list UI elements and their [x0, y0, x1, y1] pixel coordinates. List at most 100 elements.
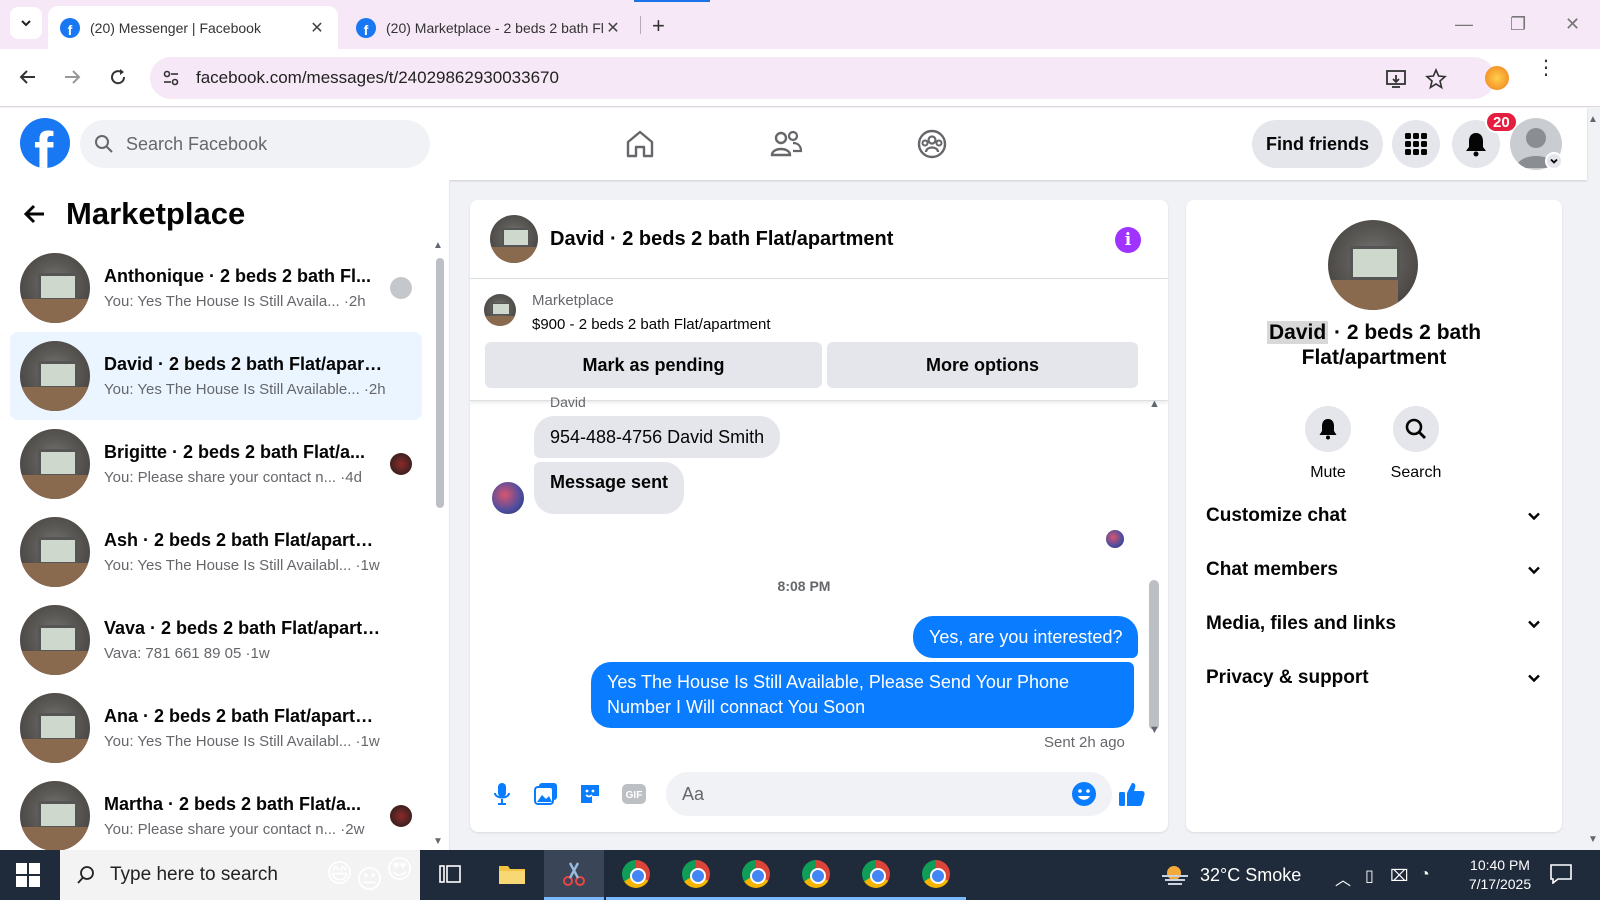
weather-widget[interactable]: 32°C Smoke [1160, 864, 1301, 886]
emoji-picker-button[interactable] [1070, 780, 1098, 808]
browser-toolbar: facebook.com/messages/t/2402986293003367… [0, 49, 1600, 107]
section-label: Chat members [1206, 559, 1338, 580]
scroll-down-arrow-icon[interactable]: ▼ [433, 836, 443, 847]
reload-button[interactable] [106, 65, 130, 89]
mark-as-pending-button[interactable]: Mark as pending [485, 342, 822, 388]
listing-thumbnail [20, 341, 90, 411]
action-center-button[interactable] [1550, 864, 1572, 884]
sidebar-header: Marketplace [22, 196, 245, 232]
attach-media-button[interactable] [532, 780, 560, 808]
media-files-links-section[interactable]: Media, files and links [1206, 598, 1542, 650]
listing-thumbnail[interactable] [484, 294, 516, 326]
conversation-item[interactable]: Ash · 2 beds 2 bath Flat/apartm... You: Y… [10, 508, 422, 596]
conversation-item[interactable]: Anthonique · 2 beds 2 bath Fl... You: Yes… [10, 244, 422, 332]
facebook-logo-icon[interactable]: f [20, 118, 70, 168]
mute-button[interactable]: Mute [1288, 406, 1368, 482]
wifi-icon[interactable]: ◔ [1420, 866, 1430, 884]
incoming-message-bubble[interactable]: Message sent [534, 462, 685, 514]
conversation-item-selected[interactable]: David · 2 beds 2 bath Flat/apart... You: … [10, 332, 422, 420]
back-arrow-icon[interactable] [22, 201, 48, 227]
chrome-window-button[interactable] [786, 850, 846, 900]
chrome-window-button[interactable] [666, 850, 726, 900]
task-view-button[interactable] [420, 850, 480, 900]
task-view-icon [439, 864, 461, 883]
notification-center-icon [1550, 864, 1572, 884]
chrome-window-button[interactable] [606, 850, 666, 900]
forward-button[interactable] [60, 65, 84, 89]
browser-tab-messenger[interactable]: f (20) Messenger | Facebook ✕ [48, 6, 338, 49]
conversation-item[interactable]: Ana · 2 beds 2 bath Flat/apartm... You: Y… [10, 684, 422, 772]
chat-members-section[interactable]: Chat members [1206, 544, 1542, 596]
chrome-window-button[interactable] [906, 850, 966, 900]
incoming-message-bubble[interactable]: 954-488-4756 David Smith [534, 416, 781, 458]
message-thread: David 954-488-4756 David Smith Message s… [470, 394, 1168, 742]
privacy-support-section[interactable]: Privacy & support [1206, 652, 1542, 704]
extension-icon[interactable] [1485, 66, 1509, 90]
facebook-favicon-icon: f [60, 17, 80, 38]
outgoing-message-bubble[interactable]: Yes The House Is Still Available, Please… [591, 662, 1134, 728]
message-input[interactable]: Aa [666, 772, 1112, 816]
info-icon[interactable]: i [1115, 227, 1141, 253]
listing-thumbnail [20, 605, 90, 675]
voice-clip-button[interactable] [488, 780, 516, 808]
close-tab-icon[interactable]: ✕ [308, 18, 326, 38]
minimize-icon[interactable]: — [1455, 14, 1473, 35]
chat-avatar[interactable] [490, 215, 538, 263]
grid-menu-icon [1405, 133, 1427, 155]
more-options-button[interactable]: More options [827, 342, 1138, 388]
show-hidden-icons-chevron-icon[interactable]: ︿ [1335, 866, 1351, 890]
install-app-icon[interactable] [1385, 68, 1407, 90]
sender-name: David [550, 394, 586, 410]
browser-tab-marketplace[interactable]: f (20) Marketplace - 2 beds 2 bath Flat/… [344, 6, 634, 49]
conversation-name: Martha · 2 beds 2 bath Flat/a... [104, 794, 362, 814]
account-menu-chevron[interactable] [1545, 152, 1563, 170]
arrow-right-icon [65, 70, 81, 84]
system-clock[interactable]: 10:40 PM 7/17/2025 [1455, 856, 1545, 894]
tab-separator [640, 16, 641, 34]
listing-photo[interactable] [1328, 220, 1418, 310]
scroll-down-arrow-icon[interactable]: ▼ [1149, 724, 1160, 736]
conversation-item[interactable]: Martha · 2 beds 2 bath Flat/a... You: Ple… [10, 772, 422, 850]
close-tab-icon[interactable]: ✕ [604, 18, 622, 38]
sticker-button[interactable] [576, 780, 604, 808]
outgoing-message-bubble[interactable]: Yes, are you interested? [913, 616, 1139, 658]
back-button[interactable] [16, 65, 40, 89]
customize-chat-section[interactable]: Customize chat [1206, 490, 1542, 542]
bookmark-star-icon[interactable] [1425, 68, 1447, 90]
device-icon[interactable]: ▯ [1365, 866, 1374, 886]
groups-nav-button[interactable] [912, 124, 952, 164]
conversation-item[interactable]: Vava · 2 beds 2 bath Flat/apartm... Vava:… [10, 596, 422, 684]
new-tab-icon[interactable]: + [652, 13, 665, 39]
listing-price-title[interactable]: $900 - 2 beds 2 bath Flat/apartment [532, 316, 770, 333]
facebook-search-input[interactable]: Search Facebook [80, 120, 430, 168]
tab-search-button[interactable] [10, 7, 42, 39]
site-settings-icon[interactable] [162, 69, 180, 87]
like-button[interactable] [1118, 780, 1146, 808]
windows-start-icon[interactable] [16, 863, 40, 887]
find-friends-button[interactable]: Find friends [1252, 120, 1383, 168]
restore-icon[interactable]: ❐ [1510, 14, 1526, 35]
page-scroll-up-icon[interactable]: ▲ [1588, 114, 1598, 125]
search-in-conversation-button[interactable]: Search [1376, 406, 1456, 482]
page-scroll-down-icon[interactable]: ▼ [1588, 834, 1598, 845]
gif-button[interactable]: GIF [620, 780, 648, 808]
file-explorer-button[interactable] [482, 850, 542, 900]
sender-avatar[interactable] [490, 480, 526, 516]
snipping-tool-button[interactable] [544, 850, 604, 900]
browser-menu-icon[interactable]: ⋮ [1536, 58, 1556, 78]
scroll-up-arrow-icon[interactable]: ▲ [433, 240, 443, 251]
chrome-window-button[interactable] [726, 850, 786, 900]
chrome-window-button[interactable] [846, 850, 906, 900]
chat-scrollbar[interactable] [1149, 580, 1159, 730]
close-window-icon[interactable]: ✕ [1565, 14, 1580, 35]
network-off-icon[interactable]: ⌧ [1390, 866, 1408, 886]
message-composer: GIF Aa [470, 756, 1168, 832]
scroll-up-arrow-icon[interactable]: ▲ [1149, 398, 1160, 410]
friends-nav-button[interactable] [766, 124, 806, 164]
sidebar-scrollbar[interactable] [436, 258, 444, 508]
home-nav-button[interactable] [620, 124, 660, 164]
address-bar[interactable]: facebook.com/messages/t/2402986293003367… [150, 57, 1495, 99]
chat-title[interactable]: David · 2 beds 2 bath Flat/apartment [550, 228, 893, 251]
conversation-item[interactable]: Brigitte · 2 beds 2 bath Flat/a... You: P… [10, 420, 422, 508]
menu-button[interactable] [1392, 120, 1440, 168]
